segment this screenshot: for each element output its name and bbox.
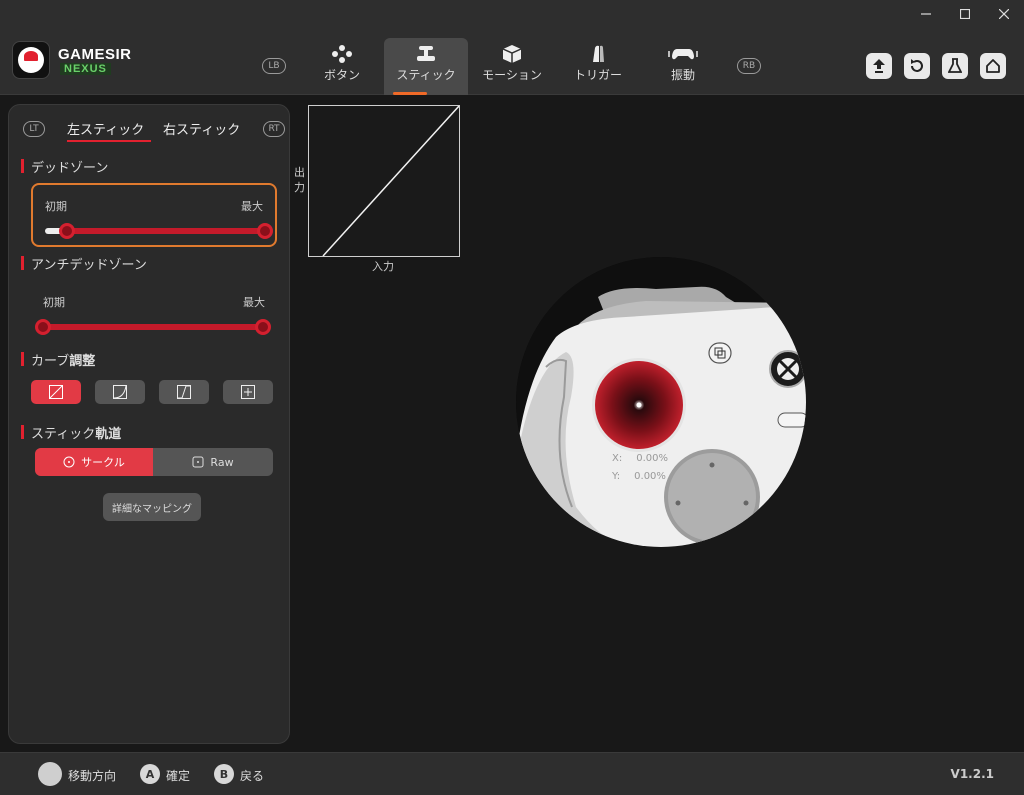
stick-x-readout: X: 0.00% xyxy=(612,453,669,464)
buttons-icon xyxy=(331,44,353,66)
anti-deadzone-min-label: 初期 xyxy=(43,296,65,309)
raw-trajectory-button[interactable]: Raw xyxy=(153,448,273,476)
tab-label: ボタン xyxy=(323,68,360,82)
anti-deadzone-min-handle[interactable] xyxy=(35,319,51,335)
s-curve-button[interactable] xyxy=(159,380,209,404)
deadzone-slider-box[interactable]: 初期 最大 xyxy=(31,183,277,247)
s-curve-icon xyxy=(177,385,191,399)
tab-label: 振動 xyxy=(670,68,695,82)
circle-trajectory-button[interactable]: サークル xyxy=(35,448,153,476)
reset-icon[interactable] xyxy=(904,53,930,79)
tab-trigger[interactable]: トリガー xyxy=(556,38,640,95)
title-bar xyxy=(0,0,1024,28)
upload-icon[interactable] xyxy=(866,53,892,79)
anti-deadzone-title: アンチデッドゾーン xyxy=(21,254,147,273)
footer-hints: 移動方向 A 確定 B 戻る V1.2.1 xyxy=(0,752,1024,795)
gamesir-logo-icon xyxy=(12,41,50,79)
tab-motion[interactable]: モーション xyxy=(470,38,554,95)
custom-curve-button[interactable] xyxy=(223,380,273,404)
active-tab-indicator xyxy=(393,92,427,95)
graph-y-label: 出力 xyxy=(294,166,305,194)
active-stick-indicator xyxy=(67,140,151,142)
move-direction-label: 移動方向 xyxy=(68,769,117,783)
deadzone-max-handle[interactable] xyxy=(257,223,273,239)
trajectory-title: スティック軌道 xyxy=(21,423,121,442)
anti-deadzone-slider-box[interactable]: 初期 最大 xyxy=(31,281,277,345)
home-icon[interactable] xyxy=(980,53,1006,79)
rb-bumper-icon[interactable]: RB xyxy=(737,58,761,74)
curve-title: カーブ調整 xyxy=(21,350,95,369)
close-icon[interactable] xyxy=(984,0,1024,28)
graph-x-label: 入力 xyxy=(372,260,394,273)
response-curve-graph xyxy=(308,105,460,257)
deadzone-max-label: 最大 xyxy=(241,200,263,213)
rt-trigger-icon[interactable]: RT xyxy=(263,121,285,137)
deadzone-title: デッドゾーン xyxy=(21,157,108,176)
linear-curve-icon xyxy=(49,385,63,399)
deadzone-min-handle[interactable] xyxy=(59,223,75,239)
version-label: V1.2.1 xyxy=(950,767,994,781)
brand-name: GAMESIR xyxy=(58,46,132,63)
stick-settings-panel: LT 左スティック 右スティック RT デッドゾーン 初期 最大 アンチデッドゾ… xyxy=(8,104,290,744)
linear-curve-button[interactable] xyxy=(31,380,81,404)
minimize-icon[interactable] xyxy=(906,0,946,28)
vibration-icon xyxy=(668,44,698,66)
stick-icon xyxy=(415,44,437,66)
flask-icon[interactable] xyxy=(942,53,968,79)
deadzone-track xyxy=(67,228,265,234)
tab-label: モーション xyxy=(482,68,542,82)
trigger-icon xyxy=(587,44,609,66)
b-button-icon: B xyxy=(214,764,234,784)
concave-curve-button[interactable] xyxy=(95,380,145,404)
tab-right-stick[interactable]: 右スティック xyxy=(163,119,240,138)
maximize-icon[interactable] xyxy=(945,0,985,28)
lb-bumper-icon[interactable]: LB xyxy=(262,58,286,74)
tab-vibration[interactable]: 振動 xyxy=(641,38,725,95)
anti-deadzone-track xyxy=(43,324,265,330)
app-window: GAMESIR NEXUS LB ボタン スティック モーション トリガー 振動… xyxy=(0,0,1024,795)
motion-icon xyxy=(501,44,523,66)
concave-curve-icon xyxy=(113,385,127,399)
confirm-label: 確定 xyxy=(166,769,191,783)
custom-curve-icon xyxy=(241,385,255,399)
deadzone-min-label: 初期 xyxy=(45,200,67,213)
tab-stick[interactable]: スティック xyxy=(384,38,468,95)
lt-trigger-icon[interactable]: LT xyxy=(23,121,45,137)
tab-label: スティック xyxy=(396,68,456,82)
left-stick-hint-icon xyxy=(38,762,62,786)
tab-left-stick[interactable]: 左スティック xyxy=(67,119,144,138)
tab-buttons[interactable]: ボタン xyxy=(300,38,384,95)
controller-stick-view: X: 0.00% Y: 0.00% xyxy=(516,257,806,547)
tab-label: トリガー xyxy=(573,68,622,82)
circle-icon xyxy=(63,456,75,468)
trajectory-toggle: サークル Raw xyxy=(35,448,273,476)
a-button-icon: A xyxy=(140,764,160,784)
header: GAMESIR NEXUS LB ボタン スティック モーション トリガー 振動… xyxy=(0,28,1024,95)
back-label: 戻る xyxy=(240,769,265,783)
brand-sub: NEXUS xyxy=(60,63,111,75)
anti-deadzone-max-label: 最大 xyxy=(243,296,265,309)
anti-deadzone-max-handle[interactable] xyxy=(255,319,271,335)
stick-y-readout: Y: 0.00% xyxy=(612,471,666,482)
square-icon xyxy=(192,456,204,468)
detail-mapping-button[interactable]: 詳細なマッピング xyxy=(103,493,201,521)
